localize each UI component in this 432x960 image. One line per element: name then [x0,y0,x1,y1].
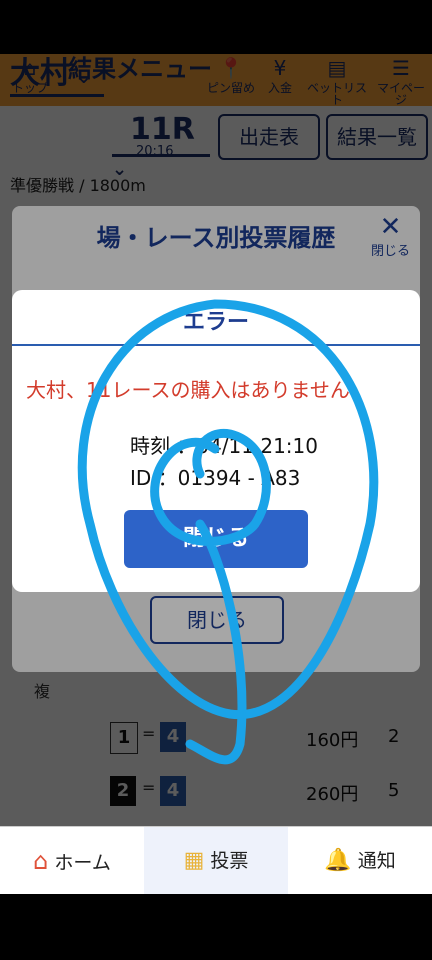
ticket-icon: ▦ [183,848,205,873]
bottom-nav-bar: ⌂ ホーム ▦ 投票 🔔 通知 [0,826,432,894]
hand-drawn-annotation [77,299,379,765]
bottom-nav-notify[interactable]: 🔔 通知 [288,827,432,894]
bell-icon: 🔔 [324,848,352,873]
app-screen: ⌂ トップ 結果メニュー 📍 ピン留め ¥ 入金 ▤ ベットリスト ☰ マイペー… [0,54,432,894]
home-icon: ⌂ [33,847,49,875]
bottom-nav-vote[interactable]: ▦ 投票 [144,827,288,894]
bottom-nav-home[interactable]: ⌂ ホーム [0,827,144,894]
